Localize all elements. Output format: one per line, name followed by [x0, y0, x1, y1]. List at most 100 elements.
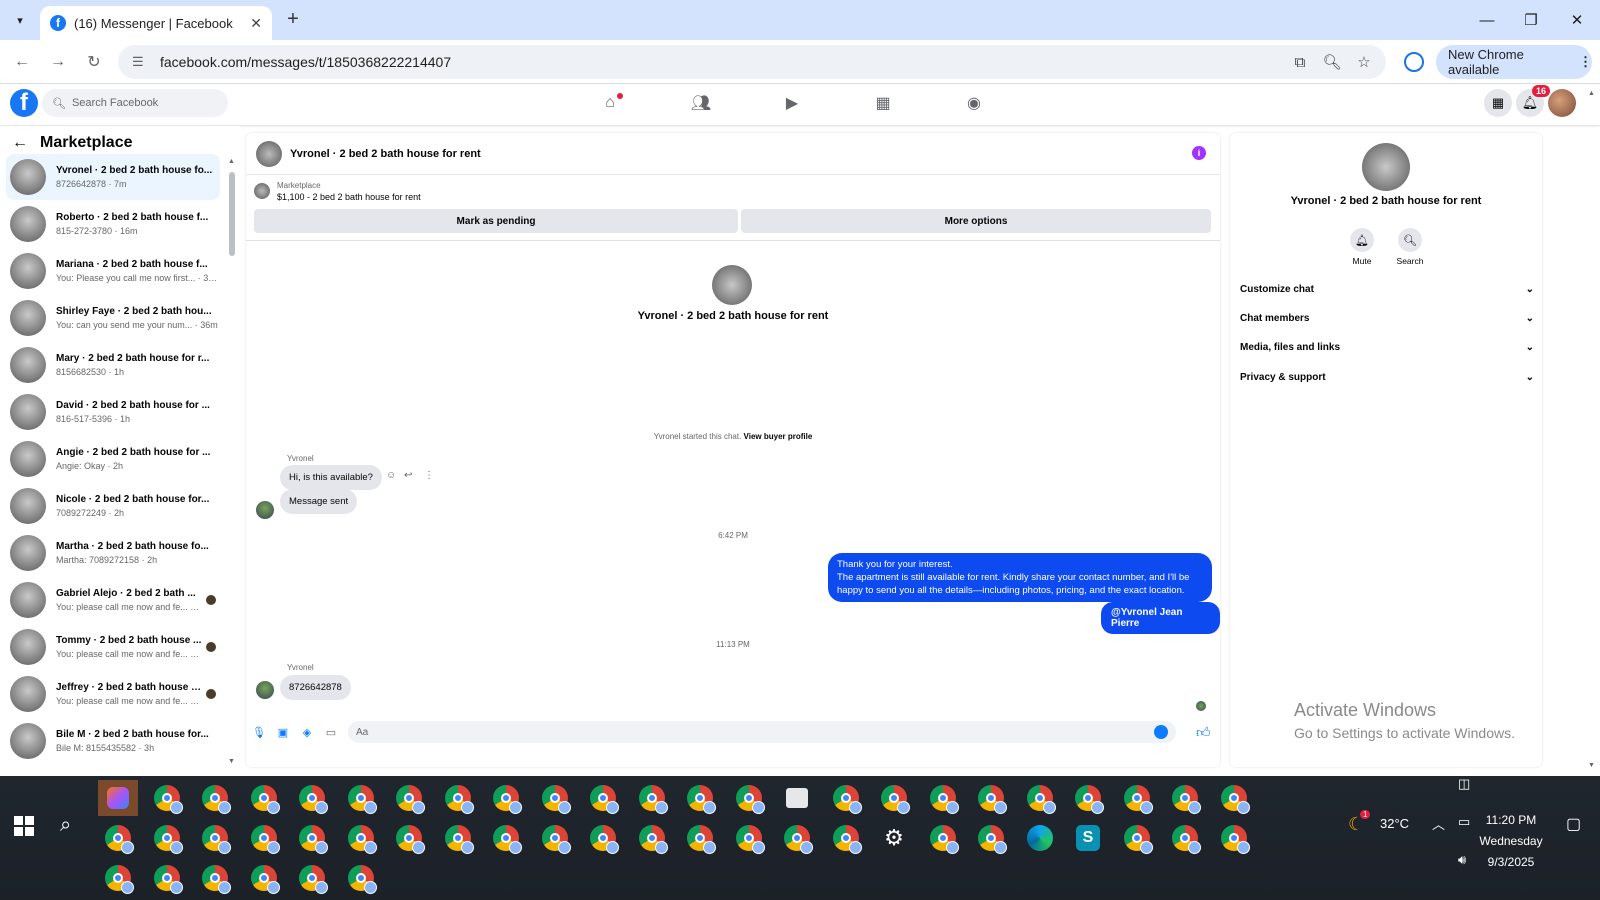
chrome-profile-taskbar-icon[interactable]	[923, 780, 963, 816]
chrome-profile-taskbar-icon[interactable]	[244, 860, 284, 896]
notifications-bell-icon[interactable]: 🔔︎ 16	[1516, 85, 1550, 117]
message-bubble[interactable]: Message sent	[280, 489, 358, 514]
windows-start-icon[interactable]	[14, 816, 34, 836]
screen-recording-icon[interactable]: ◫	[1458, 776, 1470, 792]
address-bar[interactable]: ☰ facebook.com/messages/t/18503682222144…	[118, 45, 1386, 79]
chrome-profile-taskbar-icon[interactable]	[729, 820, 769, 856]
site-info-icon[interactable]: ☰	[132, 54, 150, 70]
chrome-profile-taskbar-icon[interactable]	[1165, 780, 1205, 816]
chrome-profile-taskbar-icon[interactable]	[98, 860, 138, 896]
sender-avatar[interactable]	[256, 681, 274, 699]
mention-bubble[interactable]: @Yvronel Jean Pierre	[1101, 602, 1220, 634]
media-files-links-section[interactable]: Media, files and links ⌄	[1240, 337, 1534, 357]
settings-gear-icon[interactable]: ⚙	[874, 820, 914, 856]
conversation-item[interactable]: Bile M · 2 bed 2 bath house for... Bile M…	[6, 718, 220, 764]
chrome-profile-taskbar-icon[interactable]	[147, 820, 187, 856]
chrome-profile-taskbar-icon[interactable]	[777, 820, 817, 856]
chrome-profile-taskbar-icon[interactable]	[1068, 780, 1108, 816]
chrome-profile-taskbar-icon[interactable]	[486, 780, 526, 816]
chrome-profile-taskbar-icon[interactable]	[1117, 780, 1157, 816]
message-bubble[interactable]: Hi, is this available?	[280, 465, 382, 490]
conversation-item[interactable]: Gabriel Alejo · 2 bed 2 bath ... You: ple…	[6, 577, 220, 623]
outgoing-message-bubble[interactable]: Thank you for your interest. The apartme…	[828, 553, 1212, 602]
conversation-item[interactable]: Jeffrey · 2 bed 2 bath house f... You: pl…	[6, 671, 220, 717]
page-scrollbar[interactable]: ▲ ▼	[1588, 90, 1598, 770]
message-input[interactable]: Aa	[348, 721, 1176, 743]
back-arrow-icon[interactable]: ←	[10, 50, 34, 74]
chrome-profile-taskbar-icon[interactable]	[1214, 780, 1254, 816]
tab-search-chevron-icon[interactable]: ▾	[8, 8, 32, 32]
restore-window-icon[interactable]: ❐	[1508, 0, 1554, 40]
temperature-text[interactable]: 32°C	[1380, 816, 1409, 831]
chrome-profile-taskbar-icon[interactable]	[486, 820, 526, 856]
microphone-icon[interactable]: 🎙︎	[252, 725, 266, 739]
app-icon[interactable]: S	[1068, 820, 1108, 856]
chrome-profile-taskbar-icon[interactable]	[729, 780, 769, 816]
chrome-profile-taskbar-icon[interactable]	[98, 820, 138, 856]
mute-button[interactable]: 🔔︎ Mute	[1338, 228, 1386, 266]
friends-icon[interactable]: 👥︎	[688, 91, 714, 115]
message-bubble[interactable]: 8726642878	[280, 675, 351, 700]
customize-chat-section[interactable]: Customize chat ⌄	[1240, 279, 1534, 299]
close-tab-icon[interactable]: ✕	[250, 15, 262, 32]
edge-browser-icon[interactable]	[1020, 820, 1060, 856]
chrome-profile-taskbar-icon[interactable]	[1214, 820, 1254, 856]
scroll-down-arrow-icon[interactable]: ▼	[1588, 762, 1595, 769]
reply-icon[interactable]: ↩	[404, 470, 412, 481]
reload-icon[interactable]: ↻	[82, 50, 106, 74]
minimize-window-icon[interactable]: —	[1464, 0, 1510, 40]
marketplace-icon[interactable]: ▦	[870, 91, 896, 115]
chrome-profile-taskbar-icon[interactable]	[244, 780, 284, 816]
chrome-profile-taskbar-icon[interactable]	[292, 820, 332, 856]
video-icon[interactable]: ▶	[779, 91, 805, 115]
chrome-profile-taskbar-icon[interactable]	[680, 820, 720, 856]
emoji-icon[interactable]	[1154, 725, 1168, 739]
chat-avatar[interactable]	[256, 140, 282, 167]
thumbs-up-icon[interactable]: 👍︎	[1196, 724, 1211, 741]
chat-members-section[interactable]: Chat members ⌄	[1240, 308, 1534, 328]
chrome-profile-taskbar-icon[interactable]	[583, 780, 623, 816]
gif-icon[interactable]: ▭	[324, 725, 338, 739]
facebook-search-input[interactable]: 🔍︎ Search Facebook	[42, 89, 228, 117]
search-in-chat-button[interactable]: 🔍︎ Search	[1386, 228, 1434, 266]
conversation-item[interactable]: Mary · 2 bed 2 bath house for r... 815668…	[6, 342, 220, 388]
forward-arrow-icon[interactable]: →	[46, 50, 70, 74]
info-avatar[interactable]	[1362, 143, 1410, 191]
chrome-profile-taskbar-icon[interactable]	[244, 820, 284, 856]
groups-icon[interactable]: ◉	[961, 91, 987, 115]
chrome-profile-taskbar-icon[interactable]	[438, 820, 478, 856]
react-emoji-icon[interactable]: ☺	[386, 470, 396, 481]
chrome-profile-taskbar-icon[interactable]	[341, 780, 381, 816]
contact-card-icon[interactable]	[777, 780, 817, 816]
chrome-profile-taskbar-icon[interactable]	[535, 780, 575, 816]
conversation-info-icon[interactable]: i	[1192, 146, 1206, 160]
chrome-profile-taskbar-icon[interactable]	[292, 780, 332, 816]
more-options-button[interactable]: More options	[741, 209, 1211, 233]
chrome-profile-taskbar-icon[interactable]	[195, 780, 235, 816]
chrome-profile-taskbar-icon[interactable]	[923, 820, 963, 856]
conversation-item[interactable]: Shirley Faye · 2 bed 2 bath hou... You: c…	[6, 295, 220, 341]
privacy-support-section[interactable]: Privacy & support ⌄	[1240, 367, 1534, 387]
bookmark-star-icon[interactable]: ☆	[1350, 45, 1378, 79]
chrome-profile-taskbar-icon[interactable]	[583, 820, 623, 856]
facebook-logo-icon[interactable]: f	[10, 89, 38, 117]
chrome-menu-icon[interactable]: ⋮	[1579, 54, 1592, 70]
chrome-profile-taskbar-icon[interactable]	[1020, 780, 1060, 816]
chrome-profile-taskbar-icon[interactable]	[341, 860, 381, 896]
chrome-profile-taskbar-icon[interactable]	[292, 860, 332, 896]
photo-icon[interactable]: ▣	[276, 725, 290, 739]
sender-avatar[interactable]	[256, 501, 274, 519]
chrome-profile-taskbar-icon[interactable]	[632, 820, 672, 856]
contact-avatar-large[interactable]	[712, 265, 752, 305]
show-hidden-icons-chevron-icon[interactable]: ︿	[1432, 814, 1445, 833]
chrome-profile-taskbar-icon[interactable]	[632, 780, 672, 816]
chrome-profile-taskbar-icon[interactable]	[147, 780, 187, 816]
chrome-profile-taskbar-icon[interactable]	[826, 820, 866, 856]
chrome-profile-taskbar-icon[interactable]	[971, 780, 1011, 816]
chrome-profile-taskbar-icon[interactable]	[826, 780, 866, 816]
back-arrow-icon[interactable]: ←	[12, 134, 28, 152]
taskbar-search-icon[interactable]: ⌕	[60, 814, 71, 837]
chrome-profile-taskbar-icon[interactable]	[389, 780, 429, 816]
chrome-profile-taskbar-icon[interactable]	[389, 820, 429, 856]
view-buyer-profile-link[interactable]: View buyer profile	[744, 432, 813, 441]
